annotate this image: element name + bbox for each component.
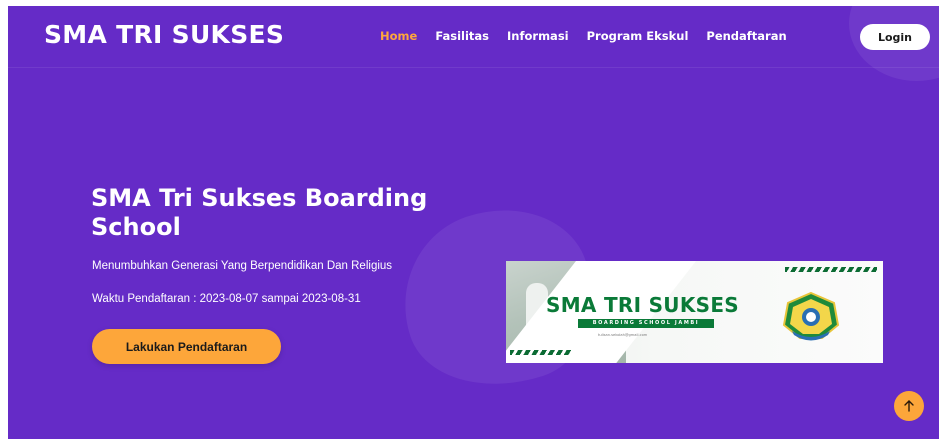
brand-logo[interactable]: SMA TRI SUKSES	[44, 20, 284, 49]
navbar: SMA TRI SUKSES Home Fasilitas Informasi …	[8, 6, 939, 68]
banner-subtitle: BOARDING SCHOOL JAMBI	[578, 319, 714, 328]
banner-stripes	[785, 267, 877, 272]
nav-link-program-ekskul[interactable]: Program Ekskul	[587, 29, 689, 43]
nav-links: Home Fasilitas Informasi Program Ekskul …	[380, 29, 787, 43]
banner-stripes	[510, 350, 572, 355]
nav-link-pendaftaran[interactable]: Pendaftaran	[706, 29, 786, 43]
back-to-top-button[interactable]	[894, 391, 924, 421]
arrow-up-icon	[904, 400, 914, 412]
hero-subtitle: Menumbuhkan Generasi Yang Berpendidikan …	[92, 260, 393, 272]
school-banner-image: SMA TRI SUKSES BOARDING SCHOOL JAMBI tul…	[506, 261, 883, 363]
banner-tagline: tulisan.sekolah@gmail.com	[598, 333, 648, 337]
banner-title: SMA TRI SUKSES	[546, 293, 740, 317]
registration-period: Waktu Pendaftaran : 2023-08-07 sampai 20…	[92, 293, 361, 305]
login-button[interactable]: Login	[860, 24, 930, 50]
register-button[interactable]: Lakukan Pendaftaran	[92, 329, 281, 364]
hero-title: SMA Tri Sukses Boarding School	[91, 184, 428, 241]
school-seal-icon	[782, 291, 840, 341]
nav-link-home[interactable]: Home	[380, 29, 417, 43]
nav-link-informasi[interactable]: Informasi	[507, 29, 569, 43]
page-frame: SMA TRI SUKSES Home Fasilitas Informasi …	[8, 6, 939, 439]
nav-link-fasilitas[interactable]: Fasilitas	[435, 29, 489, 43]
